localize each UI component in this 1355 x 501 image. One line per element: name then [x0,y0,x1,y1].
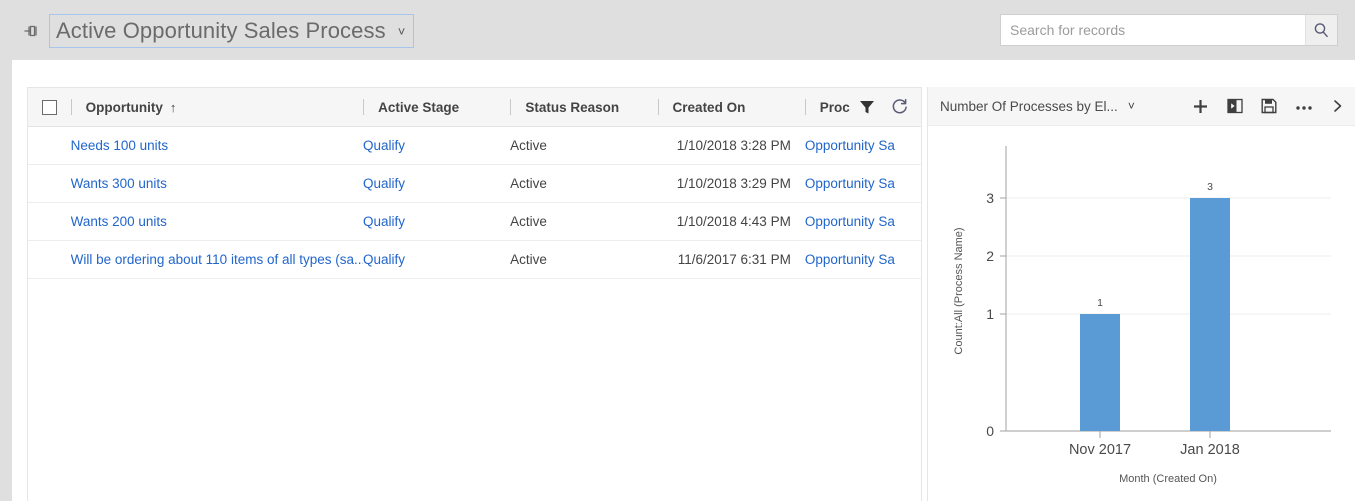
cell-opportunity[interactable]: Wants 200 units [71,203,363,240]
cell-process[interactable]: Opportunity Sa [805,203,921,240]
column-header-label: Status Reason [525,99,620,115]
column-header-label: Created On [672,99,746,115]
row-select-cell[interactable] [28,203,71,240]
content-surface: Opportunity ↑ Active Stage Status Reason… [12,60,1355,501]
refresh-icon[interactable] [890,97,909,116]
row-select-cell[interactable] [28,165,71,202]
grid-empty-space [28,279,921,501]
chart-body: 0 1 2 3 Count:All (Process Name) 1 3 Nov… [928,126,1355,501]
bar-chart[interactable]: 0 1 2 3 Count:All (Process Name) 1 3 Nov… [928,126,1355,501]
search-input[interactable] [1001,15,1305,45]
cell-active-stage[interactable]: Qualify [363,127,510,164]
column-divider [657,99,659,115]
grid-toolbar [850,88,921,125]
column-header-label: Opportunity [85,99,163,115]
collapse-right-icon[interactable] [1331,98,1345,114]
column-header-label: Active Stage [378,99,460,115]
add-chart-icon[interactable] [1192,98,1209,115]
bar-nov-2017[interactable] [1080,314,1120,431]
cell-active-stage[interactable]: Qualify [363,241,510,278]
filter-icon[interactable] [858,98,876,116]
row-select-cell[interactable] [28,127,71,164]
row-select-cell[interactable] [28,241,71,278]
chevron-down-icon[interactable]: ˅ [1128,100,1135,112]
x-tick-label: Nov 2017 [1069,442,1131,458]
table-row[interactable]: Needs 100 units Qualify Active 1/10/2018… [28,127,921,165]
column-header-active-stage[interactable]: Active Stage [363,88,510,126]
cell-status-reason: Active [510,138,547,153]
search-box [1000,14,1338,46]
y-axis-ticks: 0 1 2 3 [986,190,1006,439]
bar-value-label: 1 [1097,297,1103,309]
table-row[interactable]: Wants 200 units Qualify Active 1/10/2018… [28,203,921,241]
cell-status-reason: Active [510,214,547,229]
cell-active-stage[interactable]: Qualify [363,165,510,202]
grid-header-row: Opportunity ↑ Active Stage Status Reason… [28,88,921,127]
column-header-created-on[interactable]: Created On [657,88,805,126]
column-header-label: Proc [819,99,850,115]
chevron-down-icon: ˅ [397,23,406,39]
column-header-status-reason[interactable]: Status Reason [510,88,657,126]
cell-process[interactable]: Opportunity Sa [805,127,921,164]
expand-panel-icon[interactable] [1227,98,1243,114]
bar-value-label: 3 [1207,181,1213,193]
cell-created-on: 1/10/2018 3:29 PM [676,176,791,191]
cell-created-on: 11/6/2017 6:31 PM [677,252,791,267]
table-row[interactable]: Will be ordering about 110 items of all … [28,241,921,279]
bar-jan-2018[interactable] [1190,198,1230,431]
select-all-checkbox[interactable] [41,99,57,115]
chart-toolbar [1192,98,1349,115]
chart-panel-header: Number Of Processes by El... ˅ [928,87,1355,126]
y-axis-label: Count:All (Process Name) [953,227,965,354]
chart-panel: Number Of Processes by El... ˅ 0 1 2 3 C… [927,87,1355,501]
top-command-bar: Active Opportunity Sales Process ˅ [0,0,1355,60]
column-divider [804,99,806,115]
cell-opportunity[interactable]: Needs 100 units [71,127,363,164]
save-icon[interactable] [1261,98,1277,114]
cell-created-on: 1/10/2018 4:43 PM [676,214,791,229]
column-divider [363,99,365,115]
more-options-icon[interactable] [1295,98,1313,114]
view-selector[interactable]: Active Opportunity Sales Process ˅ [49,14,415,48]
x-axis-label: Month (Created On) [1119,473,1217,485]
column-divider [510,99,512,115]
grid-body: Needs 100 units Qualify Active 1/10/2018… [28,127,921,501]
cell-opportunity[interactable]: Wants 300 units [71,165,363,202]
table-row[interactable]: Wants 300 units Qualify Active 1/10/2018… [28,165,921,203]
cell-active-stage[interactable]: Qualify [363,203,510,240]
pin-icon[interactable] [22,22,42,40]
records-grid: Opportunity ↑ Active Stage Status Reason… [27,87,922,501]
cell-process[interactable]: Opportunity Sa [805,241,921,278]
y-tick-label: 3 [986,190,994,206]
cell-created-on: 1/10/2018 3:28 PM [676,138,791,153]
x-tick-label: Jan 2018 [1180,442,1240,458]
y-tick-label: 2 [986,248,994,264]
cell-opportunity[interactable]: Will be ordering about 110 items of all … [71,241,363,278]
cell-status-reason: Active [510,176,547,191]
chart-title: Number Of Processes by El... [940,98,1118,114]
cell-status-reason: Active [510,252,547,267]
y-tick-label: 1 [986,306,994,322]
select-all-header[interactable] [28,88,71,126]
cell-process[interactable]: Opportunity Sa [805,165,921,202]
x-axis-ticks: Nov 2017 Jan 2018 [1069,431,1240,458]
sort-ascending-icon: ↑ [169,99,177,115]
search-icon[interactable] [1305,15,1337,45]
column-header-opportunity[interactable]: Opportunity ↑ [70,88,364,126]
view-selector-label: Active Opportunity Sales Process [56,18,386,43]
y-tick-label: 0 [986,423,994,439]
column-divider [70,99,72,115]
chart-gridlines [1006,197,1331,315]
